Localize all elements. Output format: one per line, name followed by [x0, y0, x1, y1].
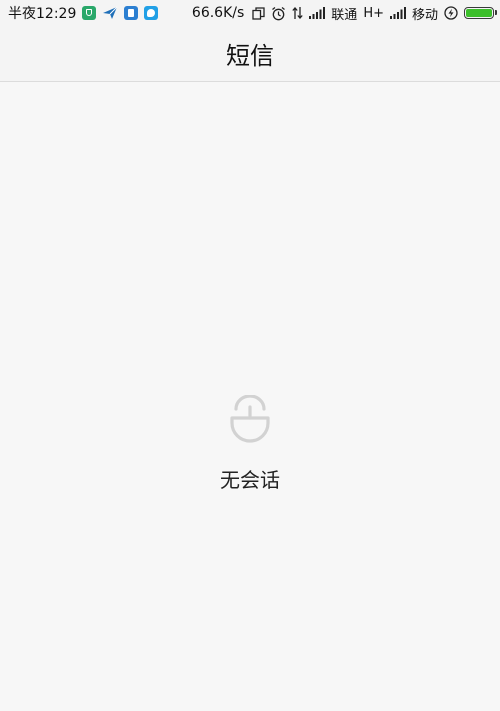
- copy-icon: [252, 6, 265, 20]
- signal-icon: [389, 7, 406, 19]
- status-bar-left: 半夜12:29: [8, 3, 159, 23]
- battery-icon: [464, 7, 497, 19]
- bird-app-icon: [102, 6, 118, 20]
- network-speed: 66.6K/s: [191, 5, 245, 21]
- page-title: 短信: [226, 42, 274, 70]
- data-arrows-icon: [292, 6, 303, 20]
- status-bar-right: 66.6K/s 联通 H+ 移动: [191, 4, 497, 23]
- empty-message: 无会话: [220, 468, 280, 492]
- blue-app-icon: [124, 6, 139, 20]
- alarm-icon: [271, 6, 286, 21]
- carrier-mobile: 移动: [411, 7, 438, 23]
- title-bar: 短信: [0, 26, 500, 82]
- network-type: H+: [363, 5, 384, 21]
- chat-app-icon: [144, 6, 159, 20]
- status-bar: 半夜12:29 66.6K/s 联通 H+ 移动: [0, 0, 500, 26]
- charging-icon: [444, 6, 458, 20]
- status-time: 半夜12:29: [8, 6, 77, 22]
- carrier-unicom: 联通: [331, 7, 358, 23]
- sms-screen: 半夜12:29 66.6K/s 联通 H+ 移动 短信 无会话: [0, 0, 500, 711]
- unlocked-bag-icon: [228, 394, 272, 443]
- shield-app-icon: [82, 6, 97, 20]
- signal-icon: [309, 7, 326, 19]
